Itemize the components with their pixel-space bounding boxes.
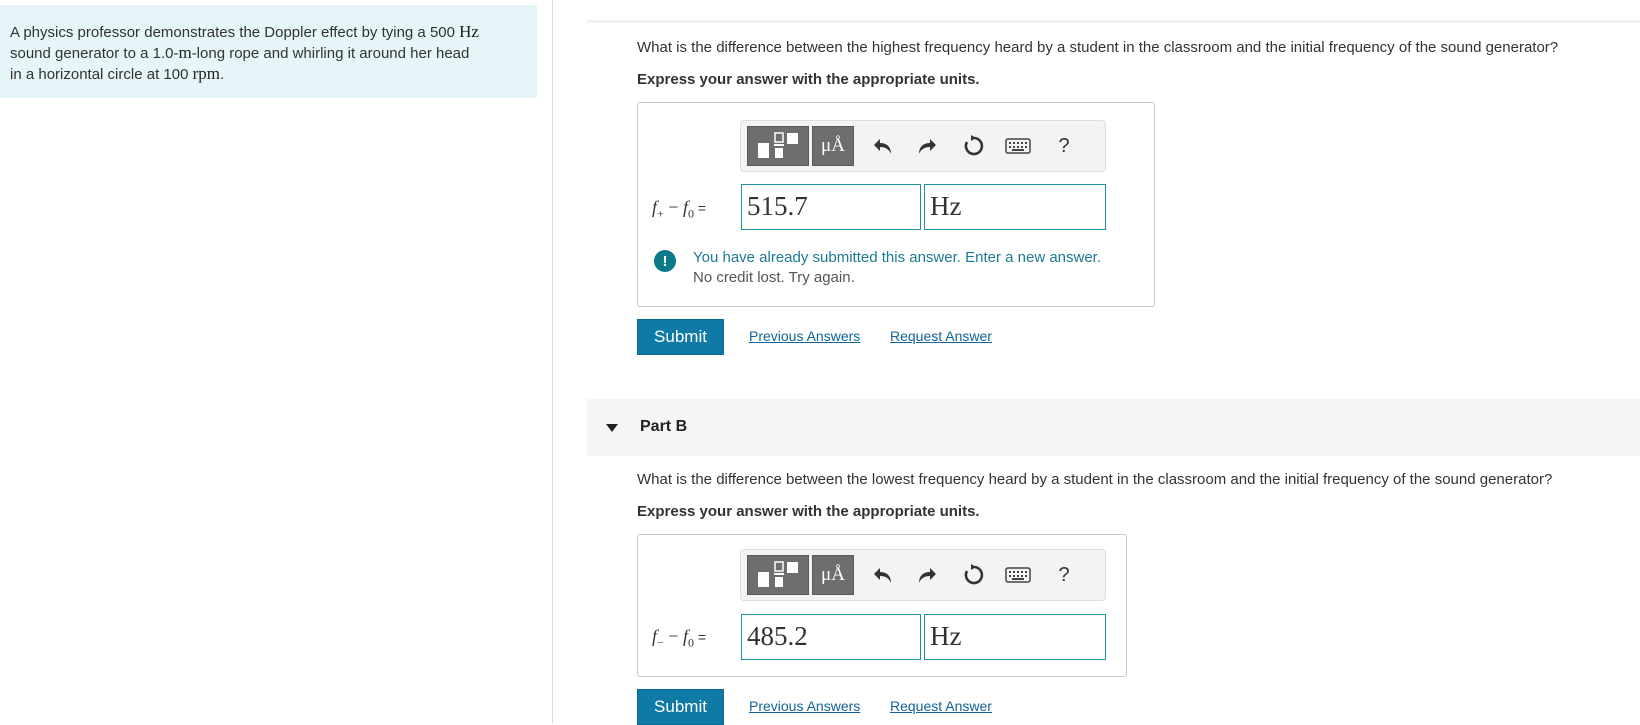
problem-line-1: A physics professor demonstrates the Dop…	[10, 22, 527, 43]
part-b-request-answer-link[interactable]: Request Answer	[890, 698, 992, 714]
part-b-previous-answers-link[interactable]: Previous Answers	[749, 698, 860, 714]
problem-line-2: sound generator to a 1.0-m-long rope and…	[10, 43, 527, 64]
help-icon[interactable]: ?	[1051, 562, 1077, 588]
units-label: μÅ	[821, 564, 845, 585]
feedback-submessage: No credit lost. Try again.	[693, 269, 855, 286]
redo-icon[interactable]	[914, 562, 940, 588]
fraction-template-icon[interactable]	[747, 126, 809, 166]
panel-divider	[552, 0, 553, 723]
var-sub: −	[657, 635, 664, 650]
part-a-request-answer-link[interactable]: Request Answer	[890, 328, 992, 344]
part-b-answer-box: μÅ ? f− − f0 = 485.2 Hz	[637, 534, 1127, 677]
part-b-variable-label: f− − f0 =	[652, 626, 706, 651]
part-b-math-toolbar: μÅ ?	[740, 549, 1106, 601]
redo-icon[interactable]	[914, 133, 940, 159]
reset-icon[interactable]	[961, 133, 987, 159]
part-b-unit-input[interactable]: Hz	[924, 614, 1106, 660]
part-a-value-input[interactable]: 515.7	[741, 184, 921, 230]
part-b-question: What is the difference between the lowes…	[637, 471, 1553, 488]
problem-text: sound generator to a 1.0-	[10, 45, 179, 62]
help-icon[interactable]: ?	[1051, 133, 1077, 159]
problem-line-3: in a horizontal circle at 100 rpm.	[10, 64, 527, 85]
problem-unit: Hz	[459, 22, 479, 41]
warning-glyph: !	[662, 252, 668, 270]
part-b-title: Part B	[640, 418, 688, 435]
part-a-previous-answers-link[interactable]: Previous Answers	[749, 328, 860, 344]
caret-down-icon[interactable]	[605, 420, 619, 438]
part-a-unit-input[interactable]: Hz	[924, 184, 1106, 230]
part-b-header[interactable]: Part B	[587, 399, 1640, 456]
minus-sign: −	[663, 197, 683, 217]
undo-icon[interactable]	[870, 133, 896, 159]
feedback-message: You have already submitted this answer. …	[693, 249, 1102, 266]
part-a-top-border	[587, 20, 1640, 23]
keyboard-icon[interactable]	[1005, 133, 1031, 159]
part-a-variable-label: f+ − f0 =	[652, 197, 706, 222]
units-icon[interactable]: μÅ	[812, 126, 854, 166]
keyboard-icon[interactable]	[1005, 562, 1031, 588]
help-label: ?	[1058, 563, 1070, 586]
minus-sign: −	[663, 626, 683, 646]
problem-text: .	[220, 66, 225, 83]
part-a-submit-button[interactable]: Submit	[637, 319, 724, 355]
problem-text: -long rope and whirling it around her he…	[191, 45, 470, 62]
part-a-question: What is the difference between the highe…	[637, 39, 1559, 56]
equals-sign: =	[693, 629, 707, 645]
fraction-template-icon[interactable]	[747, 555, 809, 595]
problem-unit: rpm	[192, 64, 220, 83]
help-label: ?	[1058, 134, 1070, 157]
warning-icon: !	[654, 250, 676, 272]
problem-unit: m	[178, 43, 192, 62]
problem-text: A physics professor demonstrates the Dop…	[10, 24, 460, 41]
units-icon[interactable]: μÅ	[812, 555, 854, 595]
equals-sign: =	[693, 200, 707, 216]
part-a-instruction: Express your answer with the appropriate…	[637, 71, 980, 88]
units-label: μÅ	[821, 135, 845, 156]
part-a-answer-box: μÅ ? f+ − f0 = 515.7 Hz ! You have alrea…	[637, 102, 1155, 307]
problem-text: in a horizontal circle at 100	[10, 66, 193, 83]
undo-icon[interactable]	[870, 562, 896, 588]
part-b-value-input[interactable]: 485.2	[741, 614, 921, 660]
var-sub: +	[657, 206, 664, 221]
problem-statement: A physics professor demonstrates the Dop…	[0, 5, 537, 98]
part-a-math-toolbar: μÅ ?	[740, 120, 1106, 172]
part-b-submit-button[interactable]: Submit	[637, 689, 724, 725]
reset-icon[interactable]	[961, 562, 987, 588]
part-b-instruction: Express your answer with the appropriate…	[637, 503, 980, 520]
